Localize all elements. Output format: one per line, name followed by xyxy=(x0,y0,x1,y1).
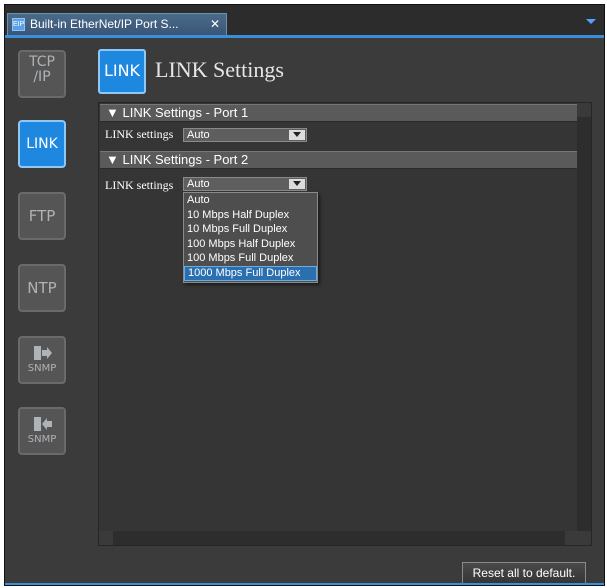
link-speed-dropdown-list: Auto 10 Mbps Half Duplex 10 Mbps Full Du… xyxy=(183,192,318,283)
window: EIP Built-in EtherNet/IP Port S... ✕ TCP… xyxy=(4,4,605,586)
snmp-label: SNMP xyxy=(27,363,57,374)
ethernet-port-icon: EIP xyxy=(12,18,25,31)
nav-snmp-trap-button[interactable]: SNMP xyxy=(18,407,66,455)
editor-tab[interactable]: EIP Built-in EtherNet/IP Port S... ✕ xyxy=(7,13,227,35)
port1-selected-value: Auto xyxy=(187,129,210,141)
accent-divider xyxy=(5,35,604,38)
nav-tcpip-button[interactable]: TCP /IP xyxy=(18,50,66,98)
tab-title: Built-in EtherNet/IP Port S... xyxy=(30,17,179,31)
dropdown-option-highlighted[interactable]: 1000 Mbps Full Duplex xyxy=(184,265,317,281)
scroll-left-button[interactable] xyxy=(99,531,113,545)
nav-snmp-button[interactable]: SNMP xyxy=(18,336,66,384)
ntp-icon: NTP xyxy=(27,279,57,297)
snmp-arrow-left-icon xyxy=(34,417,52,431)
chevron-down-icon[interactable] xyxy=(289,179,305,189)
link-header-icon: LINK xyxy=(98,49,146,94)
section-header-port1[interactable]: ▼ LINK Settings - Port 1 xyxy=(100,104,578,122)
link-icon: LINK xyxy=(26,136,58,152)
dropdown-option[interactable]: 10 Mbps Half Duplex xyxy=(184,208,317,223)
scroll-up-button[interactable] xyxy=(577,103,591,117)
snmp-arrow-right-icon xyxy=(34,346,52,360)
dropdown-option[interactable]: 100 Mbps Half Duplex xyxy=(184,237,317,252)
ftp-icon: FTP xyxy=(28,207,56,225)
port2-link-settings-label: LINK settings xyxy=(105,178,174,192)
reset-all-button[interactable]: Reset all to default. xyxy=(462,562,586,584)
chevron-down-icon[interactable] xyxy=(289,130,305,140)
scroll-down-button[interactable] xyxy=(577,531,591,545)
port2-link-settings-select[interactable]: Auto xyxy=(183,177,307,191)
settings-nav: TCP /IP LINK FTP NTP SNMP SNMP xyxy=(5,38,83,585)
dropdown-option[interactable]: 100 Mbps Full Duplex xyxy=(184,251,317,266)
nav-ftp-button[interactable]: FTP xyxy=(18,192,66,240)
nav-link-button[interactable]: LINK xyxy=(18,120,66,168)
page-title: LINK Settings xyxy=(155,57,284,82)
bottom-accent xyxy=(5,583,604,585)
section-header-port2[interactable]: ▼ LINK Settings - Port 2 xyxy=(100,151,578,169)
settings-panel: ▼ LINK Settings - Port 1 LINK settings A… xyxy=(98,102,592,546)
snmp-trap-label: SNMP xyxy=(27,434,57,445)
dropdown-option[interactable]: 10 Mbps Full Duplex xyxy=(184,222,317,237)
vertical-scrollbar[interactable] xyxy=(577,103,591,545)
tcpip-icon: TCP /IP xyxy=(29,54,55,85)
horizontal-scrollbar[interactable] xyxy=(99,531,579,545)
tab-menu-chevron-icon[interactable] xyxy=(586,19,596,24)
dropdown-option[interactable]: Auto xyxy=(184,193,317,208)
port2-selected-value: Auto xyxy=(187,178,210,190)
nav-ntp-button[interactable]: NTP xyxy=(18,264,66,312)
scroll-right-button[interactable] xyxy=(565,531,579,545)
port1-link-settings-select[interactable]: Auto xyxy=(183,128,307,142)
tab-strip: EIP Built-in EtherNet/IP Port S... ✕ xyxy=(5,5,604,35)
port1-link-settings-label: LINK settings xyxy=(105,127,174,141)
close-icon[interactable]: ✕ xyxy=(210,14,220,34)
